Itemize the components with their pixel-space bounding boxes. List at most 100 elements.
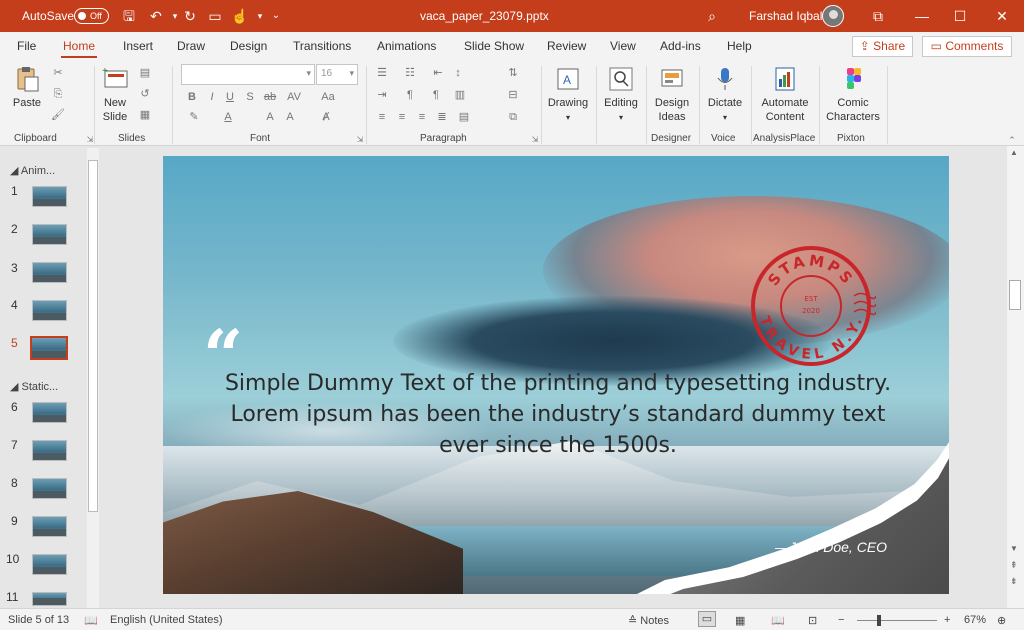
slide-thumbnail[interactable] [32, 478, 67, 499]
slide-thumbnail[interactable] [32, 554, 67, 575]
thumbnail-scroll-thumb[interactable] [88, 160, 98, 512]
spelling-icon[interactable]: 📖 [84, 614, 98, 627]
comic-characters-button[interactable]: Comic Characters [823, 65, 883, 124]
zoom-level[interactable]: 67% [964, 614, 986, 626]
cut-icon[interactable]: ✂ [50, 66, 66, 80]
scroll-down-icon[interactable]: ▼ [1010, 544, 1018, 553]
slide-thumbnail[interactable] [32, 516, 67, 537]
touch-mode-icon[interactable]: ☝ [230, 6, 250, 26]
design-ideas-button[interactable]: Design Ideas [650, 65, 694, 124]
underline-icon[interactable]: U [222, 90, 238, 104]
previous-slide-icon[interactable]: ⇞ [1010, 560, 1018, 571]
increase-font-icon[interactable]: A [262, 110, 278, 124]
char-spacing-icon[interactable]: AV [286, 90, 302, 104]
align-right-icon[interactable]: ≡ [414, 110, 430, 124]
tab-review[interactable]: Review [545, 39, 588, 53]
quote-author[interactable]: —John Doe, CEO [775, 539, 887, 555]
rtl-icon[interactable]: ¶ [402, 88, 418, 102]
tab-animations[interactable]: Animations [375, 39, 438, 53]
slide-thumbnail[interactable] [32, 440, 67, 461]
decrease-indent-icon[interactable]: ⇤ [430, 66, 446, 80]
increase-indent-icon[interactable]: ⇥ [374, 88, 390, 102]
minimize-icon[interactable]: — [910, 6, 934, 26]
slideshow-icon[interactable]: ⊡ [808, 614, 817, 627]
quote-text[interactable]: Simple Dummy Text of the printing and ty… [223, 368, 893, 461]
tab-slide-show[interactable]: Slide Show [462, 39, 526, 53]
slide-thumbnail[interactable] [32, 224, 67, 245]
align-center-icon[interactable]: ≡ [394, 110, 410, 124]
maximize-icon[interactable]: ☐ [948, 6, 972, 26]
bullets-icon[interactable]: ☰ [374, 66, 390, 80]
highlight-icon[interactable]: ✎ [186, 110, 202, 124]
zoom-slider-thumb[interactable] [877, 615, 881, 626]
slide-thumbnail[interactable] [32, 262, 67, 283]
tab-help[interactable]: Help [725, 39, 754, 53]
user-name[interactable]: Farshad Iqbal [749, 9, 822, 23]
comments-button[interactable]: ▭ Comments [922, 36, 1012, 57]
clear-format-icon[interactable]: Ⱥ [318, 110, 334, 124]
automate-content-button[interactable]: Automate Content [755, 65, 815, 124]
section-icon[interactable]: ▦ [137, 108, 153, 122]
tab-view[interactable]: View [608, 39, 638, 53]
font-color-icon[interactable]: A [220, 110, 236, 124]
layout-icon[interactable]: ▤ [137, 66, 153, 80]
editing-button[interactable]: Editing ▾ [600, 65, 642, 125]
columns-icon[interactable]: ▥ [452, 88, 468, 102]
tab-insert[interactable]: Insert [121, 39, 155, 53]
ltr-icon[interactable]: ¶ [428, 88, 444, 102]
tab-file[interactable]: File [15, 39, 38, 53]
distributed-icon[interactable]: ▤ [456, 110, 472, 124]
zoom-slider[interactable] [857, 620, 937, 621]
numbering-icon[interactable]: ☷ [402, 66, 418, 80]
save-icon[interactable]: 🖫 [119, 6, 139, 26]
fit-to-window-icon[interactable]: ⊕ [997, 614, 1006, 627]
justify-icon[interactable]: ≣ [434, 110, 450, 124]
section-header[interactable]: ◢ Static... [10, 380, 58, 393]
reading-view-icon[interactable]: 📖 [771, 614, 785, 627]
tab-design[interactable]: Design [228, 39, 269, 53]
share-button[interactable]: ⇪ Share [852, 36, 913, 57]
vertical-scroll-thumb[interactable] [1009, 280, 1021, 310]
line-spacing-icon[interactable]: ↕ [450, 66, 466, 80]
strikethrough-icon[interactable]: ab [262, 90, 278, 104]
close-icon[interactable]: ✕ [990, 6, 1014, 26]
new-slide-button[interactable]: + New Slide [98, 65, 132, 124]
tab-home[interactable]: Home [61, 39, 98, 58]
slide-sorter-icon[interactable]: ▦ [735, 614, 745, 627]
language-indicator[interactable]: English (United States) [110, 614, 223, 626]
tab-add-ins[interactable]: Add-ins [658, 39, 703, 53]
clipboard-launcher-icon[interactable]: ⇲ [82, 133, 98, 147]
copy-icon[interactable]: ⎘ [50, 87, 66, 101]
text-direction-icon[interactable]: ⇅ [505, 66, 521, 80]
slide-thumbnail[interactable] [32, 592, 67, 606]
search-icon[interactable]: ⌕ [702, 6, 722, 26]
slide-thumbnail-selected[interactable] [30, 336, 68, 360]
italic-icon[interactable]: I [204, 90, 220, 104]
autosave-toggle[interactable]: Off [74, 8, 109, 24]
bold-icon[interactable]: B [184, 90, 200, 104]
normal-view-icon[interactable]: ▭ [698, 611, 716, 627]
change-case-icon[interactable]: Aa [320, 90, 336, 104]
ribbon-display-icon[interactable]: ⧉ [866, 6, 890, 26]
collapse-ribbon-icon[interactable]: ⌃ [1004, 133, 1020, 147]
font-size-dropdown[interactable]: 16 ▾ [316, 64, 358, 85]
zoom-in-icon[interactable]: + [944, 614, 950, 626]
avatar[interactable] [822, 5, 844, 27]
format-painter-icon[interactable]: 🖌 [50, 108, 66, 122]
shadow-icon[interactable]: S [242, 90, 258, 104]
slide-thumbnail[interactable] [32, 402, 67, 423]
present-icon[interactable]: ▭ [205, 6, 225, 26]
scroll-up-icon[interactable]: ▲ [1010, 148, 1018, 157]
paste-button[interactable]: Paste [10, 65, 44, 110]
smartart-icon[interactable]: ⧉ [505, 110, 521, 124]
decrease-font-icon[interactable]: A [282, 110, 298, 124]
notes-button[interactable]: ≙ Notes [628, 614, 669, 627]
zoom-out-icon[interactable]: − [838, 614, 844, 626]
redo-icon[interactable]: ↻ [180, 6, 200, 26]
next-slide-icon[interactable]: ⇟ [1010, 576, 1018, 587]
vertical-scrollbar[interactable]: ▲ ▼ ⇞ ⇟ [1007, 146, 1024, 608]
undo-icon[interactable]: ↶ [146, 6, 166, 26]
align-left-icon[interactable]: ≡ [374, 110, 390, 124]
customize-qat-icon[interactable]: ⌄ [266, 6, 286, 26]
section-header[interactable]: ◢ Anim... [10, 164, 55, 177]
